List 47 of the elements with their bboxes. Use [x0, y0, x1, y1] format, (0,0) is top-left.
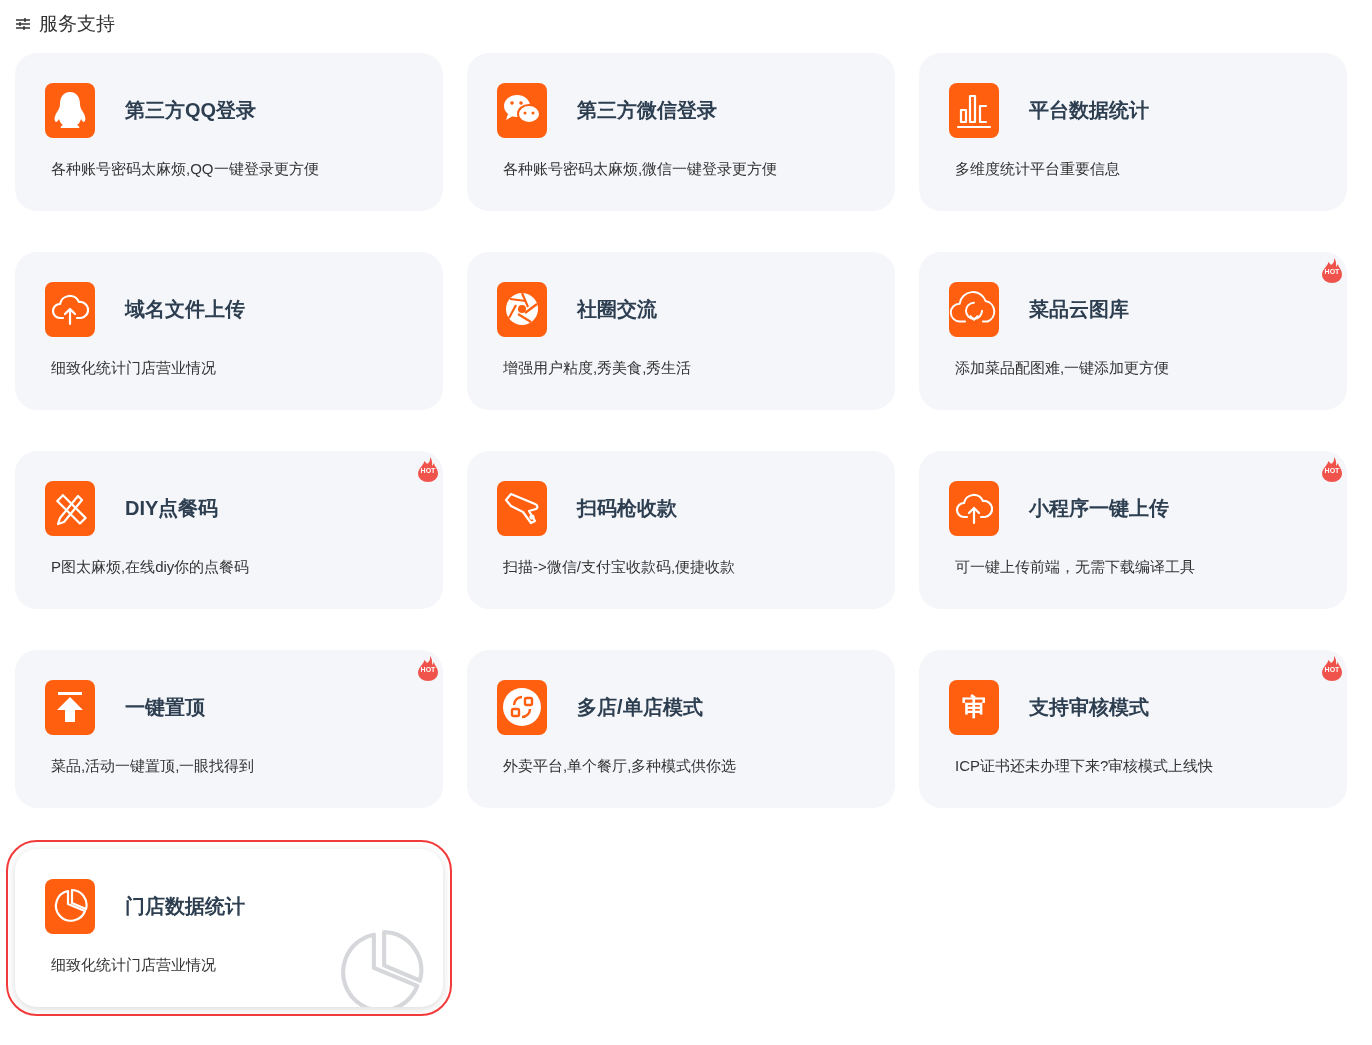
- card-description: 多维度统计平台重要信息: [954, 158, 1121, 179]
- card-title: 门店数据统计: [125, 894, 245, 919]
- bar-chart-icon: [949, 82, 999, 138]
- card-description: 添加菜品配图难,一键添加更方便: [954, 357, 1171, 378]
- penguin-icon: [45, 82, 95, 138]
- aperture-icon: [497, 281, 547, 337]
- card-description: 扫描->微信/支付宝收款码,便捷收款: [502, 556, 737, 577]
- service-card[interactable]: 第三方微信登录 各种账号密码太麻烦,微信一键登录更方便: [467, 52, 895, 211]
- card-title: 扫码枪收款: [577, 496, 677, 521]
- card-title: 第三方微信登录: [577, 98, 717, 123]
- service-card[interactable]: 社圈交流 增强用户粘度,秀美食,秀生活: [467, 251, 895, 410]
- service-card[interactable]: 平台数据统计 多维度统计平台重要信息: [919, 52, 1347, 211]
- card-description: 细致化统计门店营业情况: [50, 954, 217, 975]
- card-title: 支持审核模式: [1029, 695, 1149, 720]
- ruler-pencil-icon: [45, 480, 95, 536]
- card-title: 域名文件上传: [125, 297, 245, 322]
- card-title: 小程序一键上传: [1029, 496, 1169, 521]
- card-description: P图太麻烦,在线diy你的点餐码: [50, 556, 251, 577]
- glyph-icon: 审: [949, 679, 999, 735]
- card-title: 第三方QQ登录: [125, 98, 257, 123]
- card-title: 菜品云图库: [1029, 297, 1129, 322]
- service-card[interactable]: 多店/单店模式 外卖平台,单个餐厅,多种模式供你选: [467, 649, 895, 808]
- section-title: 服务支持: [39, 12, 115, 36]
- card-title: 一键置顶: [125, 695, 205, 720]
- card-description: ICP证书还未办理下来?审核模式上线快: [954, 755, 1215, 776]
- card-description: 菜品,活动一键置顶,一眼找得到: [50, 755, 256, 776]
- cloud-upload-icon: [45, 281, 95, 337]
- card-title: 平台数据统计: [1029, 98, 1149, 123]
- barcode-scanner-icon: [497, 480, 547, 536]
- card-description: 细致化统计门店营业情况: [50, 357, 217, 378]
- service-card[interactable]: 第三方QQ登录 各种账号密码太麻烦,QQ一键登录更方便: [15, 52, 443, 211]
- card-description: 可一键上传前端，无需下载编译工具: [954, 556, 1196, 577]
- cloud-download-icon: [949, 281, 999, 337]
- pie-chart-icon: [45, 878, 95, 934]
- cloud-upload-icon: [949, 480, 999, 536]
- service-card[interactable]: 扫码枪收款 扫描->微信/支付宝收款码,便捷收款: [467, 450, 895, 609]
- card-description: 各种账号密码太麻烦,QQ一键登录更方便: [50, 158, 320, 179]
- card-title: DIY点餐码: [125, 496, 219, 521]
- card-description: 外卖平台,单个餐厅,多种模式供你选: [502, 755, 738, 776]
- arrow-to-top-icon: [45, 679, 95, 735]
- card-description: 增强用户粘度,秀美食,秀生活: [502, 357, 693, 378]
- card-description: 各种账号密码太麻烦,微信一键登录更方便: [502, 158, 779, 179]
- card-title: 社圈交流: [577, 297, 657, 322]
- service-card[interactable]: 域名文件上传 细致化统计门店营业情况: [15, 251, 443, 410]
- chat-bubbles-icon: [497, 82, 547, 138]
- card-title: 多店/单店模式: [577, 695, 703, 720]
- sliders-icon: [15, 17, 31, 32]
